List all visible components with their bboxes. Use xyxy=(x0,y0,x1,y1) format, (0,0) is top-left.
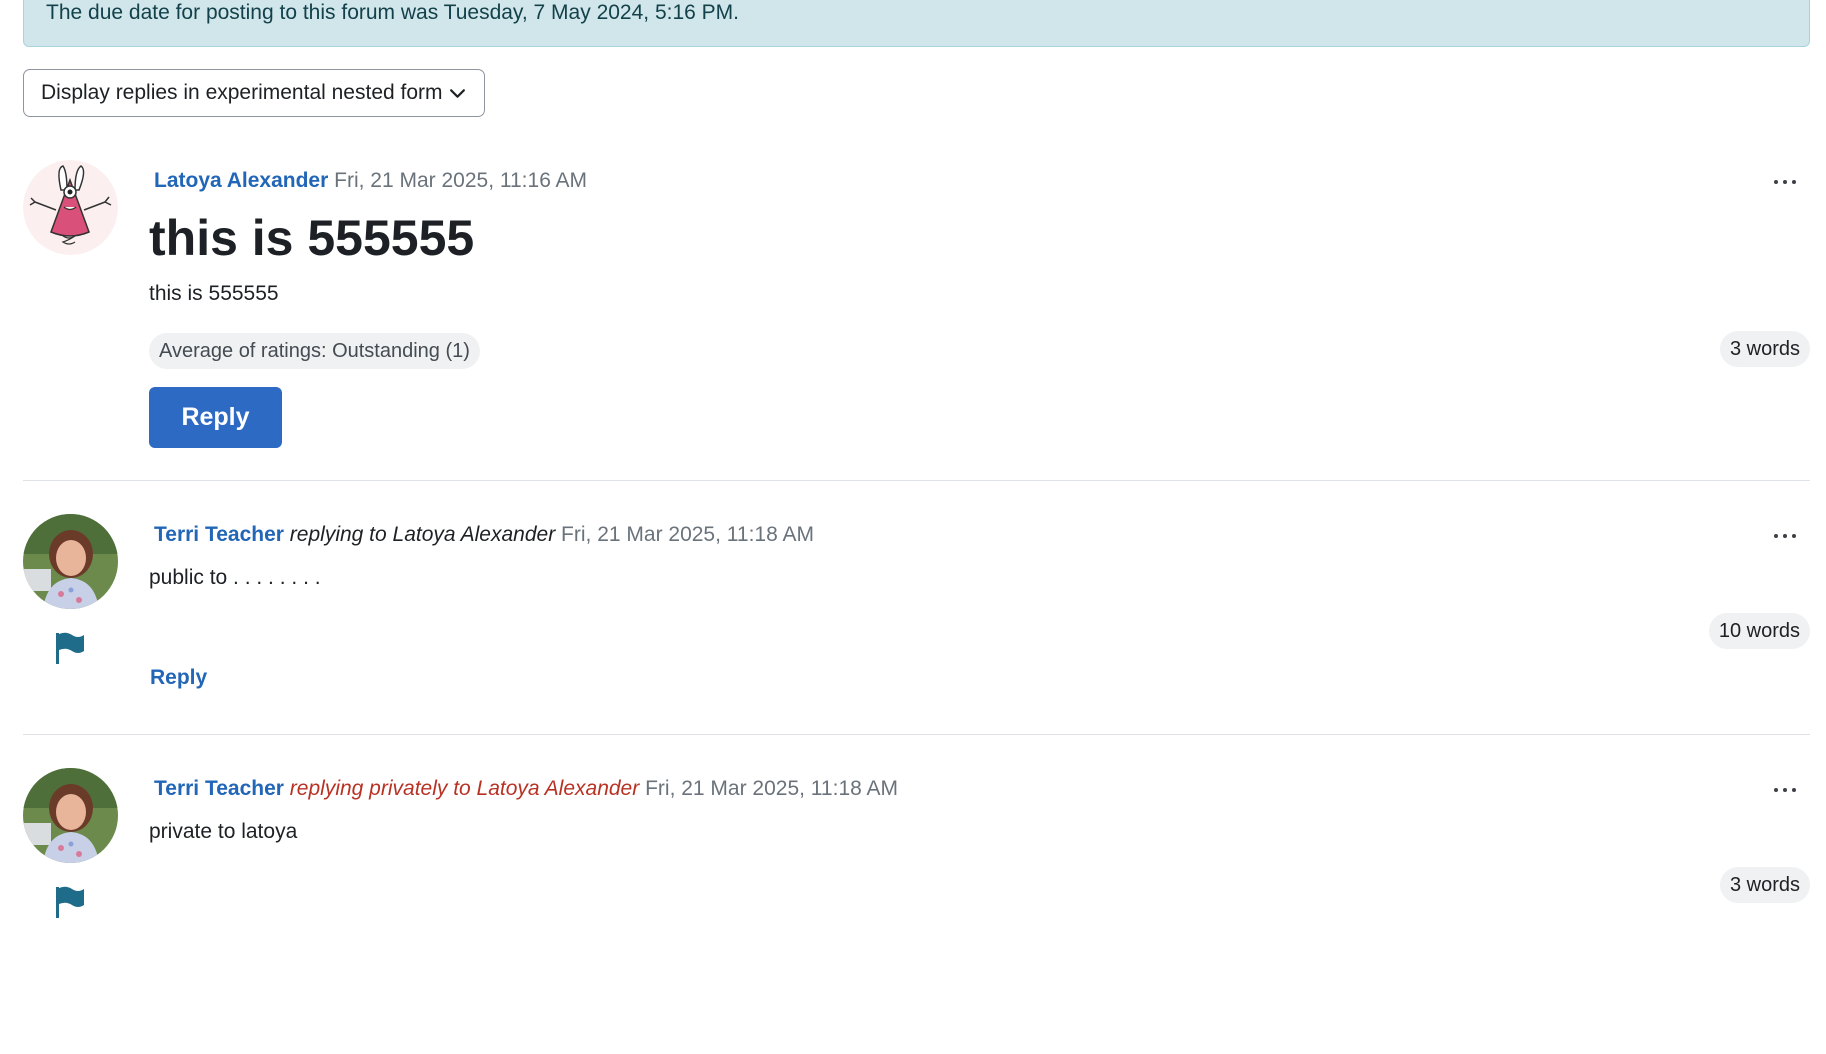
post-author-link[interactable]: Terri Teacher xyxy=(154,523,284,546)
cartoon-monster-avatar xyxy=(23,160,118,255)
forum-post: Terri Teacher replying privately to Lato… xyxy=(23,768,1810,938)
more-dot-icon xyxy=(1783,534,1787,538)
post-date: Fri, 21 Mar 2025, 11:18 AM xyxy=(645,777,898,800)
word-count-badge: 10 words xyxy=(1708,613,1810,649)
ratings-badge: Average of ratings: Outstanding (1) xyxy=(149,333,480,369)
post-divider xyxy=(23,480,1810,481)
due-date-alert-text: The due date for posting to this forum w… xyxy=(46,1,739,24)
display-mode-selected-value: Display replies in experimental nested f… xyxy=(41,81,443,104)
more-dot-icon xyxy=(1783,788,1787,792)
post-date: Fri, 21 Mar 2025, 11:18 AM xyxy=(561,523,814,546)
avatar[interactable] xyxy=(23,514,118,609)
post-actions-menu-button[interactable] xyxy=(1770,172,1800,192)
avatar[interactable] xyxy=(23,160,118,255)
due-date-alert: The due date for posting to this forum w… xyxy=(23,0,1810,47)
more-dot-icon xyxy=(1774,180,1778,184)
reply-button[interactable]: Reply xyxy=(149,387,282,448)
replying-to-text: replying to Latoya Alexander xyxy=(289,523,556,546)
more-dot-icon xyxy=(1774,788,1778,792)
avatar[interactable] xyxy=(23,768,118,863)
forum-post: Latoya Alexander Fri, 21 Mar 2025, 11:16… xyxy=(23,160,1810,460)
display-mode-select[interactable]: Display replies in experimental nested f… xyxy=(23,69,485,117)
more-dot-icon xyxy=(1783,180,1787,184)
forum-post: Terri Teacher replying to Latoya Alexand… xyxy=(23,514,1810,714)
post-title: this is 555555 xyxy=(149,210,475,266)
post-header: Latoya Alexander Fri, 21 Mar 2025, 11:16… xyxy=(154,168,587,194)
post-actions-menu-button[interactable] xyxy=(1770,526,1800,546)
word-count-badge: 3 words xyxy=(1719,331,1810,367)
more-dot-icon xyxy=(1792,534,1796,538)
post-actions-menu-button[interactable] xyxy=(1770,780,1800,800)
post-author-link[interactable]: Latoya Alexander xyxy=(154,169,328,192)
post-header: Terri Teacher replying to Latoya Alexand… xyxy=(154,522,814,548)
post-body: private to latoya xyxy=(149,820,298,843)
flag-icon[interactable] xyxy=(54,885,86,919)
replying-privately-text: replying privately to Latoya Alexander xyxy=(289,777,640,800)
reply-link[interactable]: Reply xyxy=(150,666,207,690)
post-author-link[interactable]: Terri Teacher xyxy=(154,777,284,800)
chevron-down-icon xyxy=(450,89,465,98)
post-divider xyxy=(23,734,1810,735)
more-dot-icon xyxy=(1792,180,1796,184)
more-dot-icon xyxy=(1774,534,1778,538)
teacher-photo-avatar xyxy=(23,768,118,863)
post-date: Fri, 21 Mar 2025, 11:16 AM xyxy=(334,169,588,192)
more-dot-icon xyxy=(1792,788,1796,792)
flag-icon[interactable] xyxy=(54,631,86,665)
post-body: public to . . . . . . . . xyxy=(149,566,321,589)
post-header: Terri Teacher replying privately to Lato… xyxy=(154,776,898,802)
word-count-badge: 3 words xyxy=(1719,867,1810,903)
post-body: this is 555555 xyxy=(149,282,279,305)
teacher-photo-avatar xyxy=(23,514,118,609)
